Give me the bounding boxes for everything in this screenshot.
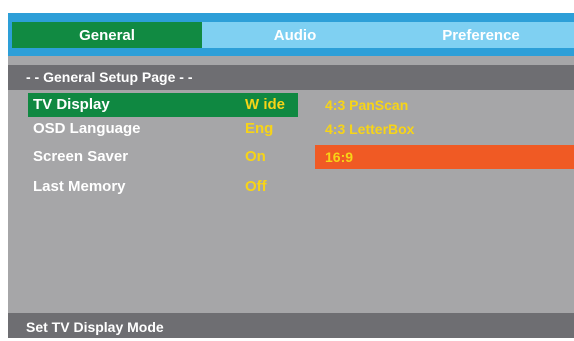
page-title: - - General Setup Page - - xyxy=(8,65,574,90)
tab-bar: General Audio Preference xyxy=(8,13,574,56)
tab-general[interactable]: General xyxy=(12,22,202,48)
tab-preference[interactable]: Preference xyxy=(388,22,574,48)
setting-value: Off xyxy=(245,178,267,195)
setting-label: OSD Language xyxy=(33,120,141,137)
setup-screen: General Audio Preference - - General Set… xyxy=(8,13,574,338)
setting-label: TV Display xyxy=(33,96,110,113)
setting-label: Screen Saver xyxy=(33,148,129,165)
option-4-3-panscan[interactable]: 4:3 PanScan xyxy=(315,93,574,117)
status-bar: Set TV Display Mode xyxy=(8,313,574,338)
setting-row-screen-saver[interactable]: Screen Saver On xyxy=(8,145,298,169)
tab-audio[interactable]: Audio xyxy=(202,22,388,48)
setting-row-last-memory[interactable]: Last Memory Off xyxy=(8,175,298,199)
setting-value: Eng xyxy=(245,120,274,137)
setting-value: On xyxy=(245,148,266,165)
setting-row-tv-display[interactable]: TV Display W ide xyxy=(28,93,298,117)
option-16-9[interactable]: 16:9 xyxy=(315,145,574,169)
setting-value: W ide xyxy=(245,96,285,113)
option-4-3-letterbox[interactable]: 4:3 LetterBox xyxy=(315,117,574,141)
setting-row-osd-language[interactable]: OSD Language Eng xyxy=(8,117,298,141)
setting-label: Last Memory xyxy=(33,178,126,195)
